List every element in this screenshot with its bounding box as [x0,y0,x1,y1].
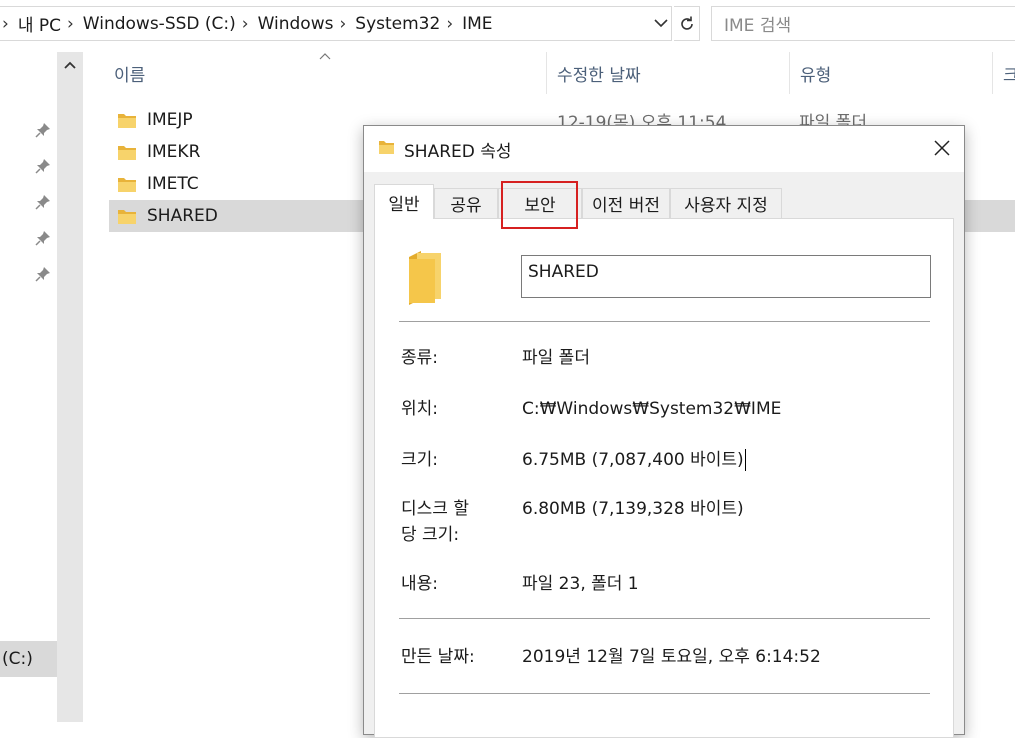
close-icon[interactable] [930,136,954,160]
column-header-type-label: 유형 [800,65,832,86]
properties-dialog: SHARED 속성 일반 공유 보안 이전 버전 사용자 지정 SHARED 종… [363,125,965,738]
divider [399,618,930,619]
tab-strip: 일반 공유 보안 이전 버전 사용자 지정 [374,184,954,219]
type-label: 종류: [401,348,439,368]
tab-sharing-label: 공유 [450,196,482,216]
chevron-right-icon[interactable]: › [242,14,249,34]
breadcrumb-item-this-pc[interactable]: 내 PC [18,11,61,36]
nav-scrollbar[interactable] [57,52,83,722]
folder-name-input[interactable]: SHARED [521,255,931,298]
column-divider[interactable] [789,52,790,94]
chevron-right-icon[interactable]: › [339,14,346,34]
nav-item-drive-label: (C:) [2,649,33,669]
created-value[interactable]: 2019년 12월 7일 토요일, 오후 6:14:52 [522,645,821,670]
breadcrumb-item-system32[interactable]: System32 [355,14,440,34]
breadcrumb-item-windows[interactable]: Windows [258,14,334,34]
scroll-up-icon[interactable] [62,58,78,72]
chevron-right-icon[interactable]: › [2,14,9,34]
column-header-type[interactable]: 유형 [792,52,992,94]
tab-security[interactable]: 보안 [498,188,582,218]
size-value-wrap[interactable]: 6.75MB (7,087,400 바이트) [522,448,746,473]
column-header-name-label: 이름 [114,65,146,86]
column-header-date-label: 수정한 날짜 [557,65,641,86]
chevron-right-icon[interactable]: › [446,14,453,34]
refresh-button[interactable] [674,6,700,41]
search-placeholder: IME 검색 [724,16,792,36]
dialog-title: SHARED 속성 [404,142,512,162]
disk-size-label-line2: 당 크기: [401,525,460,545]
address-bar: › 내 PC › Windows-SSD (C:) › Windows › Sy… [0,0,1015,48]
pin-icon[interactable] [35,194,51,210]
folder-name-value: SHARED [528,262,599,282]
pin-icon[interactable] [35,266,51,282]
folder-icon [118,210,136,224]
column-divider[interactable] [546,52,547,94]
tab-customize[interactable]: 사용자 지정 [670,188,782,218]
general-tab-panel: SHARED 종류: 파일 폴더 위치: C:₩Windows₩System32… [374,218,954,738]
column-header-date[interactable]: 수정한 날짜 [549,52,789,94]
column-header-name[interactable]: 이름 [106,52,546,94]
breadcrumb-item-ime[interactable]: IME [462,14,492,34]
chevron-down-icon[interactable] [653,12,669,34]
pin-icon[interactable] [35,158,51,174]
location-value[interactable]: C:₩Windows₩System32₩IME [522,397,781,422]
chevron-right-icon[interactable]: › [67,14,74,34]
tab-sharing[interactable]: 공유 [434,188,498,218]
divider [399,693,930,694]
contents-value[interactable]: 파일 23, 폴더 1 [522,572,639,597]
size-label: 크기: [401,450,439,470]
tab-previous-versions[interactable]: 이전 버전 [582,188,670,218]
tab-security-label: 보안 [524,196,556,216]
refresh-icon [680,16,693,30]
tab-previous-versions-label: 이전 버전 [592,196,660,216]
folder-icon [118,114,136,128]
search-input[interactable]: IME 검색 [711,6,1015,41]
divider [399,321,930,322]
pin-icon[interactable] [35,230,51,246]
folder-icon [118,146,136,160]
location-label: 위치: [401,399,439,419]
contents-label: 내용: [401,574,439,594]
tab-general-label: 일반 [388,194,420,215]
disk-size-value[interactable]: 6.80MB (7,139,328 바이트) [522,497,744,522]
nav-item-drive[interactable]: (C:) [0,641,57,677]
tab-general[interactable]: 일반 [374,184,434,219]
tab-customize-label: 사용자 지정 [684,196,768,216]
text-cursor [744,449,746,471]
breadcrumb[interactable]: › 내 PC › Windows-SSD (C:) › Windows › Sy… [0,6,672,41]
column-header-size[interactable]: 크 [995,52,1015,94]
folder-icon [409,251,441,305]
size-value: 6.75MB (7,087,400 바이트) [522,450,744,470]
column-divider[interactable] [992,52,993,94]
folder-icon [118,178,136,192]
type-value: 파일 폴더 [522,348,590,368]
column-header-row: 이름 수정한 날짜 유형 크 [84,52,1015,94]
created-label: 만든 날짜: [401,647,475,667]
breadcrumb-item-drive[interactable]: Windows-SSD (C:) [83,14,236,34]
pin-icon[interactable] [35,122,51,138]
navigation-pane: (C:) [0,52,84,722]
disk-size-label-line1: 디스크 할 [401,499,469,519]
dialog-title-bar[interactable]: SHARED 속성 [364,126,964,172]
folder-icon [379,141,394,154]
column-header-size-label: 크 [1003,65,1015,86]
